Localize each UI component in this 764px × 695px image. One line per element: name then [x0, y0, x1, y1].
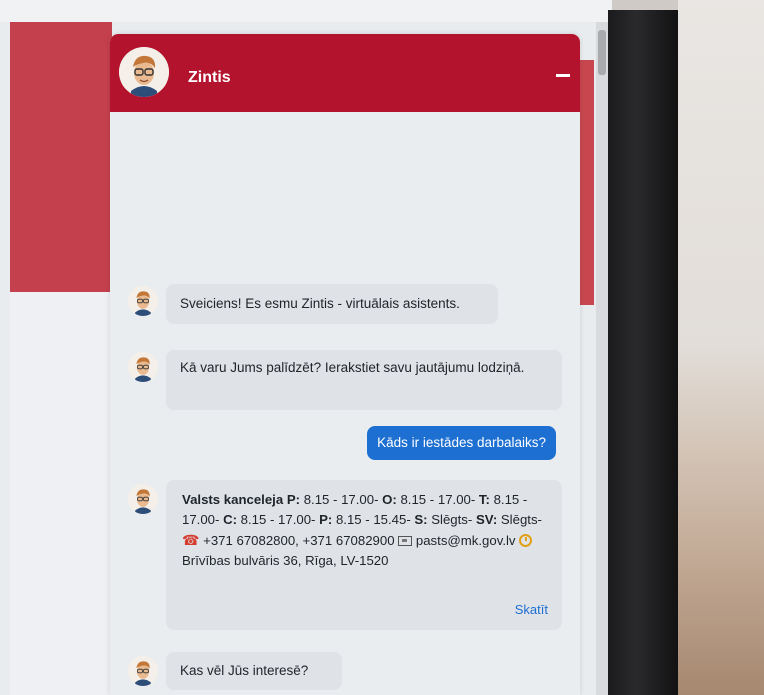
monitor-bezel	[608, 10, 678, 695]
hours-value: 8.15 - 17.00-	[236, 512, 320, 527]
user-message: Kāds ir iestādes darbalaiks?	[367, 426, 556, 460]
bot-message: Sveiciens! Es esmu Zintis - virtuālais a…	[166, 284, 498, 324]
hours-value: 8.15 - 15.45-	[332, 512, 415, 527]
bot-message: Kas vēl Jūs interesē?	[166, 652, 342, 690]
chat-header: Zintis	[110, 34, 580, 112]
address-text: Brīvības bulvāris 36, Rīga, LV-1520	[182, 553, 389, 568]
bot-avatar	[128, 352, 158, 382]
cartoon-face-icon	[128, 352, 158, 382]
phone-numbers: +371 67082800, +371 67082900	[203, 533, 395, 548]
day-label: P:	[286, 492, 301, 507]
office-hours-text: Valsts kanceleja P: 8.15 - 17.00- O: 8.1…	[182, 490, 546, 571]
view-link[interactable]: Skatīt	[515, 600, 548, 620]
bot-message: Kā varu Jums palīdzēt? Ierakstiet savu j…	[166, 350, 562, 410]
clock-icon	[519, 534, 533, 547]
day-label: S:	[414, 512, 428, 527]
bot-avatar	[128, 484, 158, 514]
day-label: C:	[223, 512, 237, 527]
room-background	[678, 0, 764, 695]
cartoon-face-icon	[119, 47, 169, 97]
cartoon-face-icon	[128, 484, 158, 514]
assistant-name: Zintis	[188, 69, 231, 86]
page-banner-right	[578, 60, 594, 305]
hours-value: 8.15 - 17.00-	[396, 492, 479, 507]
minimize-icon[interactable]	[556, 74, 570, 77]
hours-value: Slēgts-	[427, 512, 476, 527]
chat-widget: Zintis Sveiciens! Es esmu Zintis - virtu…	[110, 34, 580, 695]
bot-avatar	[128, 656, 158, 686]
page-scrollbar[interactable]	[596, 22, 608, 695]
cartoon-face-icon	[128, 656, 158, 686]
hours-value: 8.15 - 17.00-	[300, 492, 383, 507]
mail-icon	[398, 536, 413, 546]
bot-avatar	[128, 286, 158, 316]
cartoon-face-icon	[128, 286, 158, 316]
page-banner-left	[10, 22, 112, 292]
page-scrollbar-thumb[interactable]	[598, 30, 606, 75]
day-label: SV:	[475, 512, 498, 527]
office-hours-card: Valsts kanceleja P: 8.15 - 17.00- O: 8.1…	[166, 480, 562, 630]
phone-icon: ☎	[182, 532, 200, 548]
day-label: P:	[319, 512, 333, 527]
day-label: T:	[478, 492, 490, 507]
browser-top-strip	[0, 0, 612, 22]
email-link[interactable]: pasts@mk.gov.lv	[416, 533, 516, 548]
page-content-left	[10, 292, 112, 695]
hours-value: Slēgts-	[497, 512, 542, 527]
day-label: O:	[382, 492, 397, 507]
org-name: Valsts kanceleja	[182, 492, 284, 507]
assistant-avatar	[119, 47, 169, 97]
